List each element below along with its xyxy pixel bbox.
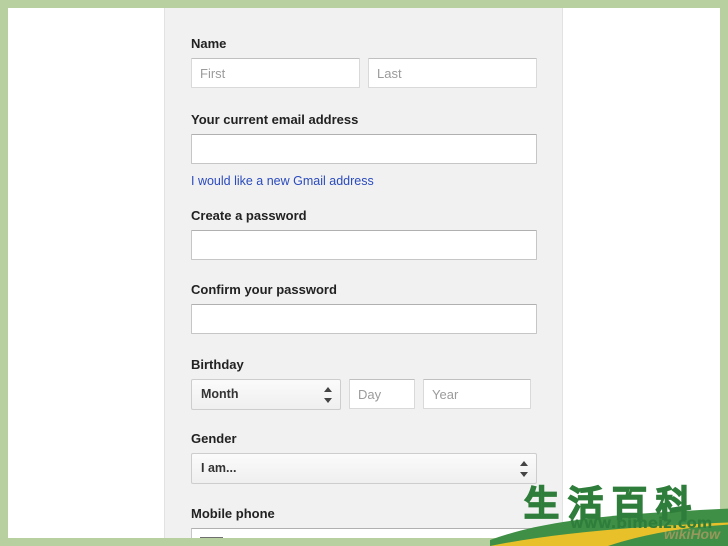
page-frame: Name Your current email address I would … xyxy=(0,0,728,546)
current-email-input[interactable] xyxy=(191,134,537,164)
field-group-email: Your current email address I would like … xyxy=(191,112,537,190)
label-gender: Gender xyxy=(191,431,237,446)
birth-day-input[interactable] xyxy=(349,379,415,409)
country-flag-icon xyxy=(200,537,223,538)
label-name: Name xyxy=(191,36,227,51)
field-group-birthday: Birthday Month xyxy=(191,357,537,410)
new-gmail-address-link[interactable]: I would like a new Gmail address xyxy=(191,174,374,188)
first-name-input[interactable] xyxy=(191,58,360,88)
mobile-phone-input[interactable] xyxy=(191,528,537,538)
signup-form-panel: Name Your current email address I would … xyxy=(164,8,563,538)
field-group-name: Name xyxy=(191,36,537,88)
browser-canvas: Name Your current email address I would … xyxy=(8,8,720,538)
field-group-confirm-password: Confirm your password xyxy=(191,282,537,334)
gender-value: I am... xyxy=(201,461,237,475)
create-password-input[interactable] xyxy=(191,230,537,260)
label-create-password: Create a password xyxy=(191,208,307,223)
gender-select[interactable]: I am... xyxy=(191,453,537,484)
label-confirm-password: Confirm your password xyxy=(191,282,337,297)
field-group-password: Create a password xyxy=(191,208,537,260)
birth-year-input[interactable] xyxy=(423,379,531,409)
last-name-input[interactable] xyxy=(368,58,537,88)
label-current-email: Your current email address xyxy=(191,112,359,127)
birth-month-value: Month xyxy=(201,387,239,401)
field-group-mobile-phone: Mobile phone xyxy=(191,506,537,538)
field-group-gender: Gender I am... xyxy=(191,431,537,484)
label-birthday: Birthday xyxy=(191,357,244,372)
birth-month-select[interactable]: Month xyxy=(191,379,341,410)
birthday-row: Month xyxy=(191,379,537,410)
confirm-password-input[interactable] xyxy=(191,304,537,334)
chevron-updown-icon xyxy=(324,386,333,403)
chevron-updown-icon xyxy=(520,460,529,477)
name-row xyxy=(191,58,537,88)
label-mobile-phone: Mobile phone xyxy=(191,506,275,521)
